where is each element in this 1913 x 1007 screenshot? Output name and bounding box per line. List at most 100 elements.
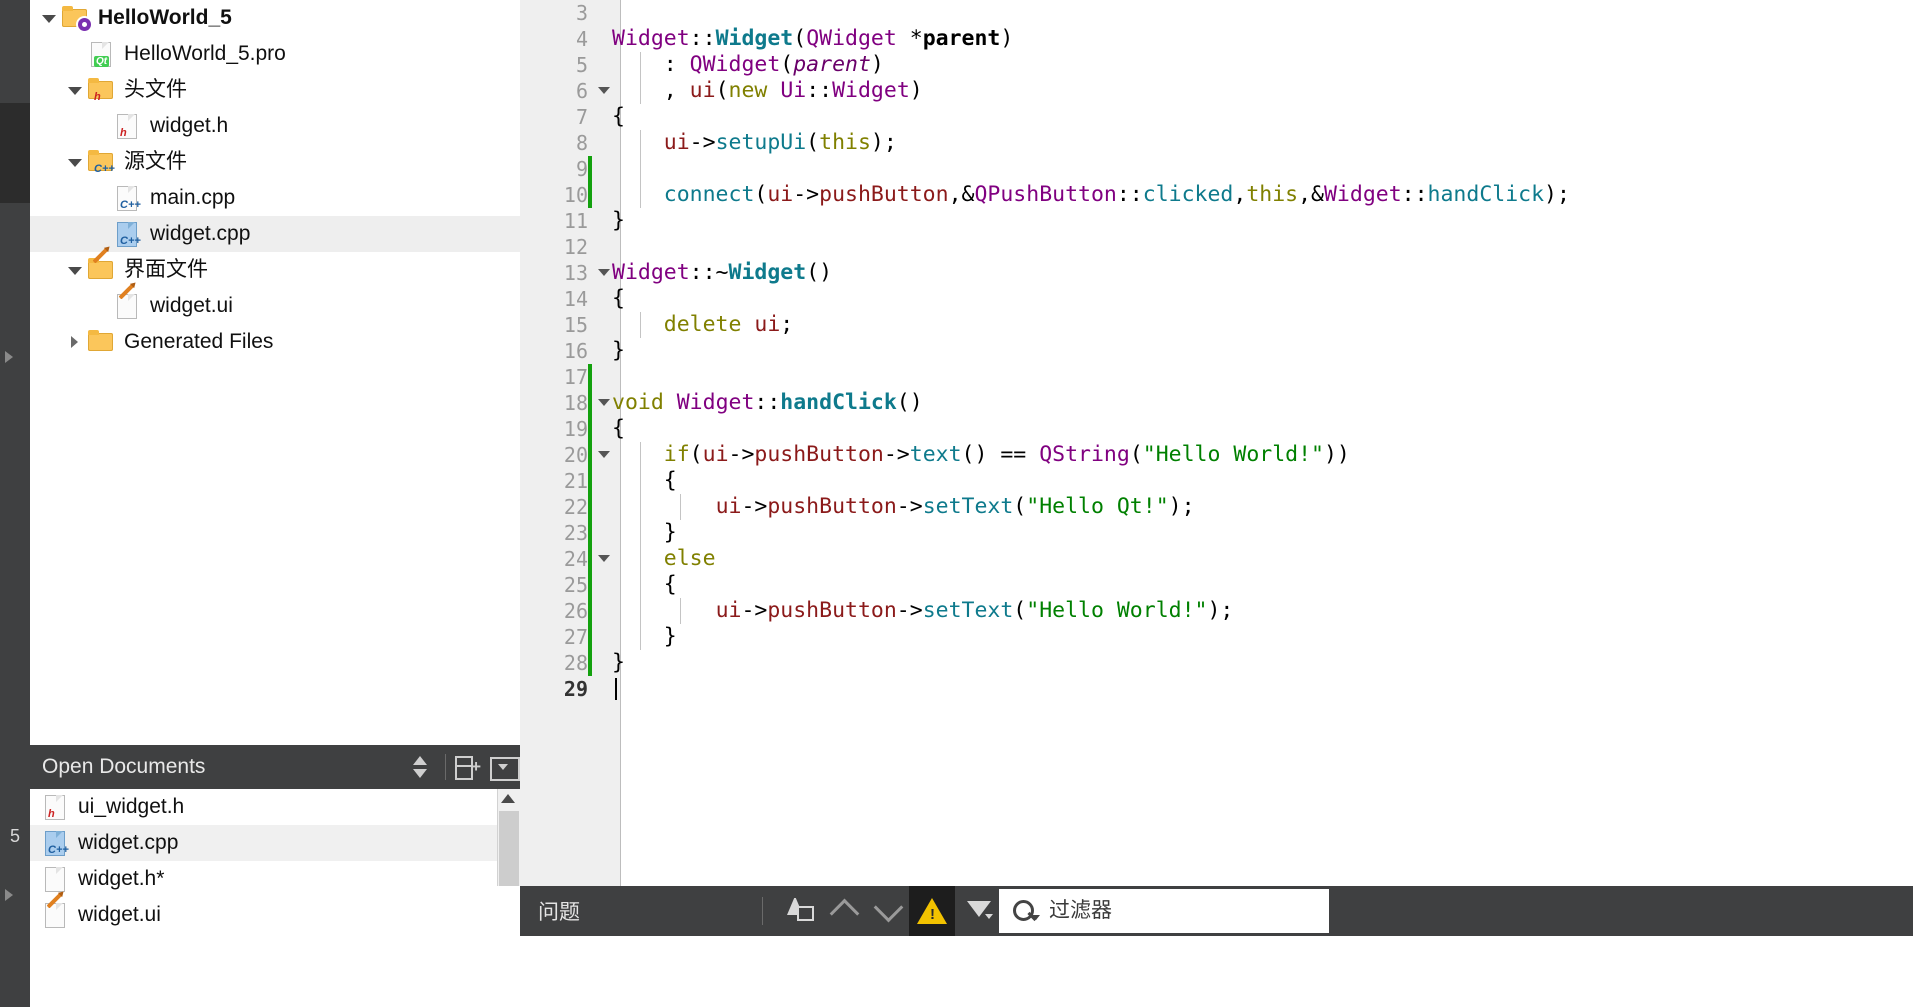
folder-forms-icon xyxy=(86,247,116,283)
code-line[interactable]: 8 ui->setupUi(this); xyxy=(520,130,1913,156)
tree-item[interactable]: C++ main.cpp xyxy=(30,180,520,216)
open-document-item[interactable]: C++ widget.cpp xyxy=(30,825,520,861)
code-line[interactable]: 16} xyxy=(520,338,1913,364)
code-line[interactable]: 3 xyxy=(520,0,1913,26)
tree-item-label: main.cpp xyxy=(150,186,236,209)
panel-options-button[interactable] xyxy=(486,745,520,789)
open-document-label: widget.h* xyxy=(78,867,165,890)
tree-expander-down-icon[interactable] xyxy=(64,72,86,108)
fold-arrow-icon[interactable] xyxy=(598,399,610,406)
line-number: 10 xyxy=(563,183,588,207)
mode-selector-bar: 5 xyxy=(0,0,30,1007)
code-line[interactable]: 22 ui->pushButton->setText("Hello Qt!"); xyxy=(520,494,1913,520)
file-ui-icon xyxy=(112,283,142,319)
fold-arrow-icon[interactable] xyxy=(598,87,610,94)
tree-item[interactable]: h 头文件 xyxy=(30,72,520,108)
code-text: if(ui->pushButton->text() == QString("He… xyxy=(663,442,1350,467)
code-line[interactable]: 26 ui->pushButton->setText("Hello World!… xyxy=(520,598,1913,624)
tree-expander-down-icon[interactable] xyxy=(64,144,86,180)
tree-item-label: widget.h xyxy=(150,114,229,137)
toolbar-divider xyxy=(445,754,446,780)
filter-button[interactable] xyxy=(955,886,999,936)
tree-item[interactable]: widget.ui xyxy=(30,283,520,324)
code-line[interactable]: 25 { xyxy=(520,572,1913,598)
code-text: : QWidget(parent) xyxy=(612,52,884,77)
previous-item-button[interactable] xyxy=(821,886,865,936)
clear-button[interactable] xyxy=(777,886,821,936)
tree-item[interactable]: C++ 源文件 xyxy=(30,144,520,180)
warning-triangle-icon: ! xyxy=(917,898,947,924)
code-line[interactable]: 7{ xyxy=(520,104,1913,130)
next-item-button[interactable] xyxy=(865,886,909,936)
code-text: Widget::Widget(QWidget *parent) xyxy=(612,26,1014,51)
code-line[interactable]: 23 } xyxy=(520,520,1913,546)
line-number: 14 xyxy=(563,287,588,311)
code-editor[interactable]: 3 4 Widget::Widget(QWidget *parent) 5 : QWi… xyxy=(520,0,1913,886)
code-line[interactable]: 12 xyxy=(520,234,1913,260)
code-content[interactable]: 3 4 Widget::Widget(QWidget *parent) 5 : QWi… xyxy=(520,0,1913,886)
project-tree[interactable]: HelloWorld_5 Qt HelloWorld_5.pro h 头文件 h widge… xyxy=(30,0,521,745)
code-line[interactable]: 4 Widget::Widget(QWidget *parent) xyxy=(520,26,1913,52)
change-marker xyxy=(588,624,592,650)
tree-item[interactable]: h widget.h xyxy=(30,108,520,144)
code-line[interactable]: 9 xyxy=(520,156,1913,182)
code-line[interactable]: 20 if(ui->pushButton->text() == QString(… xyxy=(520,442,1913,468)
warnings-filter-button[interactable]: ! xyxy=(909,886,955,936)
code-text: { xyxy=(612,286,625,311)
sync-with-editor-button[interactable] xyxy=(405,745,439,789)
code-line[interactable]: 29 xyxy=(520,676,1913,702)
broom-icon-base xyxy=(797,906,814,921)
change-marker xyxy=(588,364,592,390)
open-document-item[interactable]: h ui_widget.h xyxy=(30,789,520,825)
code-text: ui->pushButton->setText("Hello Qt!"); xyxy=(715,494,1195,519)
folder-generated-icon xyxy=(86,329,116,355)
code-line[interactable]: 24 else xyxy=(520,546,1913,572)
code-line[interactable]: 17 xyxy=(520,364,1913,390)
split-editor-button[interactable]: + xyxy=(452,745,486,789)
line-number: 7 xyxy=(575,105,588,129)
code-line[interactable]: 14 { xyxy=(520,286,1913,312)
tree-expander-down-icon[interactable] xyxy=(64,252,86,288)
tree-item[interactable]: HelloWorld_5 xyxy=(30,0,520,36)
expand-bottom-sidebar-arrow-icon[interactable] xyxy=(5,889,13,901)
code-line[interactable]: 19 { xyxy=(520,416,1913,442)
expand-sidebar-arrow-icon[interactable] xyxy=(5,351,13,363)
line-number: 19 xyxy=(563,417,588,441)
code-line[interactable]: 18 void Widget::handClick() xyxy=(520,390,1913,416)
code-line[interactable]: 15 delete ui; xyxy=(520,312,1913,338)
tree-expander-none-icon xyxy=(64,36,86,72)
filter-placeholder: 过滤器 xyxy=(1049,899,1112,922)
fold-arrow-icon[interactable] xyxy=(598,555,610,562)
editor-index-label: 5 xyxy=(9,826,20,846)
code-line[interactable]: 6 , ui(new Ui::Widget) xyxy=(520,78,1913,104)
tree-expander-down-icon[interactable] xyxy=(38,0,60,36)
tree-item[interactable]: Generated Files xyxy=(30,324,520,360)
line-number: 8 xyxy=(575,131,588,155)
fold-arrow-icon[interactable] xyxy=(598,451,610,458)
code-text: } xyxy=(612,338,625,363)
code-text: delete ui; xyxy=(663,312,794,337)
code-line[interactable]: 13 Widget::~Widget() xyxy=(520,260,1913,286)
code-text: { xyxy=(612,104,625,129)
tree-item[interactable]: 界面文件 xyxy=(30,247,520,288)
code-line[interactable]: 27 } xyxy=(520,624,1913,650)
tree-item[interactable]: Qt HelloWorld_5.pro xyxy=(30,36,520,72)
line-number: 25 xyxy=(563,573,588,597)
code-line[interactable]: 28} xyxy=(520,650,1913,676)
code-line[interactable]: 5 : QWidget(parent) xyxy=(520,52,1913,78)
indent-guide xyxy=(640,156,641,182)
line-number: 21 xyxy=(563,469,588,493)
fold-arrow-icon[interactable] xyxy=(598,269,610,276)
line-number: 3 xyxy=(575,1,588,25)
code-line[interactable]: 21 { xyxy=(520,468,1913,494)
scroll-up-arrow-icon[interactable] xyxy=(501,794,515,803)
code-line[interactable]: 11} xyxy=(520,208,1913,234)
output-pane-title: 问题 xyxy=(538,901,580,924)
output-pane-body xyxy=(520,936,1913,1007)
filter-input[interactable]: 过滤器 xyxy=(999,889,1329,933)
line-number: 4 xyxy=(575,27,588,51)
line-number: 22 xyxy=(563,495,588,519)
tree-expander-right-icon[interactable] xyxy=(64,324,86,360)
line-number: 13 xyxy=(563,261,588,285)
code-line[interactable]: 10 connect(ui->pushButton,&QPushButton::… xyxy=(520,182,1913,208)
